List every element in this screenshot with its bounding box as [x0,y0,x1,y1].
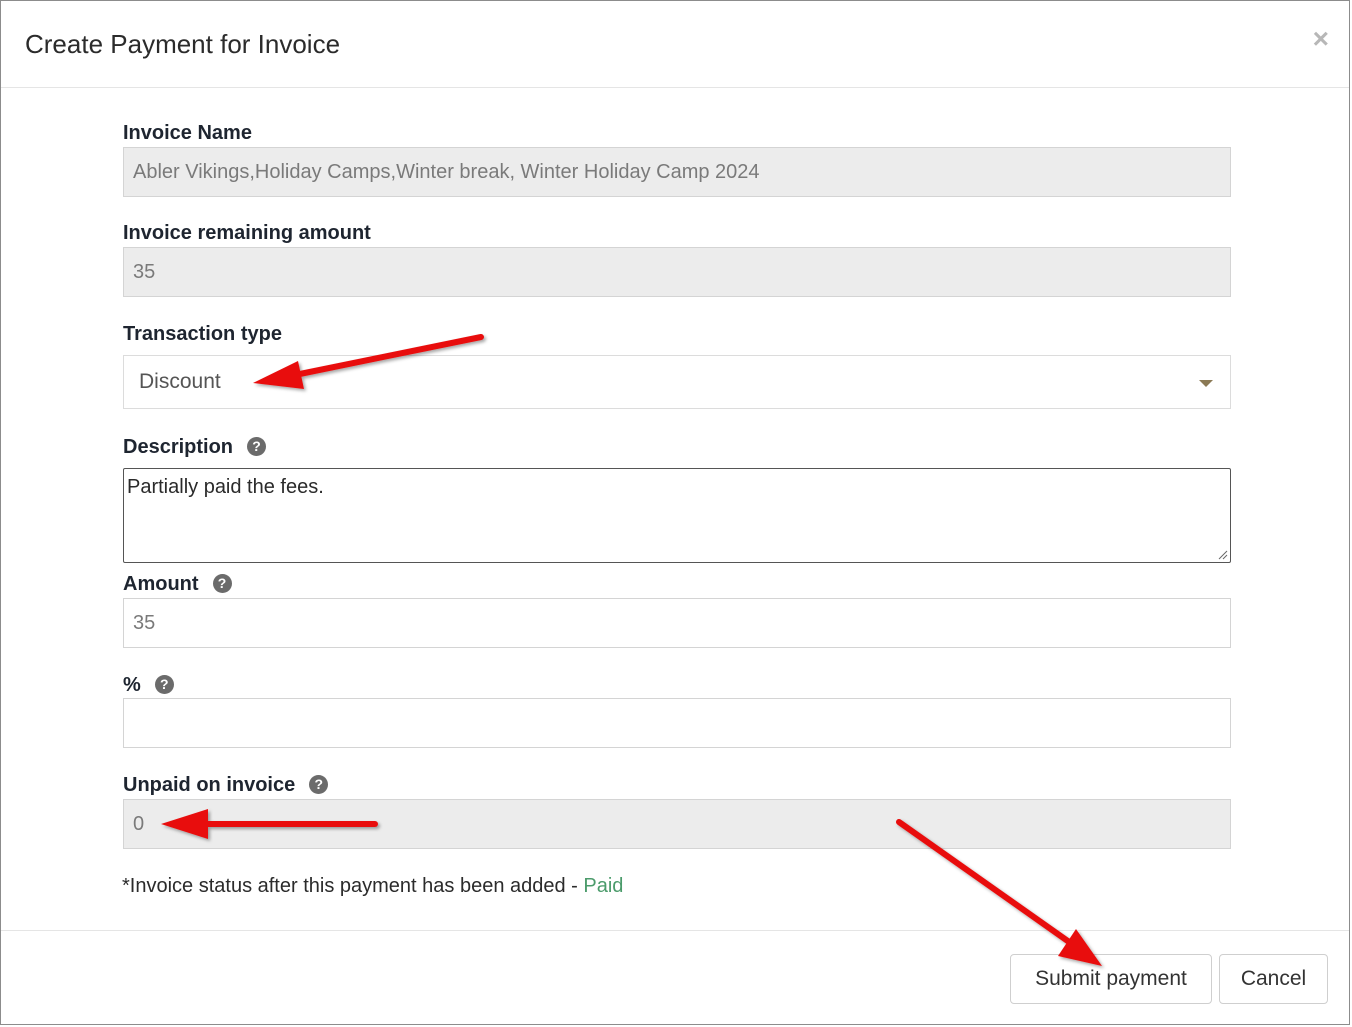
percent-label-text: % [123,674,141,696]
unpaid-value: 0 [133,812,145,835]
description-label-text: Description [123,436,234,458]
remaining-amount-label: Invoice remaining amount [123,222,371,245]
status-prefix: *Invoice status after this payment has b… [122,875,584,897]
status-value: Paid [583,875,624,897]
transaction-type-label: Transaction type [123,323,282,346]
unpaid-label: Unpaid on invoice? [123,774,329,797]
dialog-footer [1,930,1349,931]
amount-label: Amount? [123,573,232,596]
invoice-name-field[interactable]: Abler Vikings,Holiday Camps,Winter break… [123,147,1231,197]
help-icon[interactable]: ? [212,574,232,593]
help-icon[interactable]: ? [154,675,174,694]
help-icon[interactable]: ? [309,775,329,794]
close-icon[interactable]: × [1313,25,1329,53]
dialog-header: Create Payment for Invoice × [1,1,1349,88]
submit-payment-button[interactable]: Submit payment [1010,954,1212,1004]
transaction-type-label-text: Transaction type [123,323,282,345]
description-value: Partially paid the fees. [127,476,324,498]
unpaid-field[interactable]: 0 [123,799,1231,849]
dialog-title: Create Payment for Invoice [25,29,341,59]
transaction-type-select[interactable]: Discount [123,355,1231,409]
transaction-type-selected: Discount [139,370,221,393]
chevron-down-icon [1199,380,1213,387]
cancel-button[interactable]: Cancel [1219,954,1328,1004]
create-payment-dialog: Create Payment for Invoice × Invoice Nam… [0,0,1350,1025]
amount-label-text: Amount [123,573,199,595]
remaining-amount-label-text: Invoice remaining amount [123,222,371,244]
amount-value: 35 [133,611,156,634]
description-textarea[interactable]: Partially paid the fees. [123,468,1231,563]
unpaid-label-text: Unpaid on invoice [123,774,296,796]
help-icon[interactable]: ? [247,437,267,456]
description-label: Description? [123,436,267,459]
percent-label: %? [123,674,174,697]
remaining-amount-value: 35 [133,260,156,283]
remaining-amount-field[interactable]: 35 [123,247,1231,297]
resize-handle-icon[interactable] [1217,549,1228,560]
amount-field[interactable]: 35 [123,598,1231,648]
invoice-name-value: Abler Vikings,Holiday Camps,Winter break… [133,160,760,183]
invoice-status-note: *Invoice status after this payment has b… [122,875,623,898]
percent-field[interactable] [123,698,1231,748]
invoice-name-label: Invoice Name [123,122,252,145]
invoice-name-label-text: Invoice Name [123,122,252,144]
